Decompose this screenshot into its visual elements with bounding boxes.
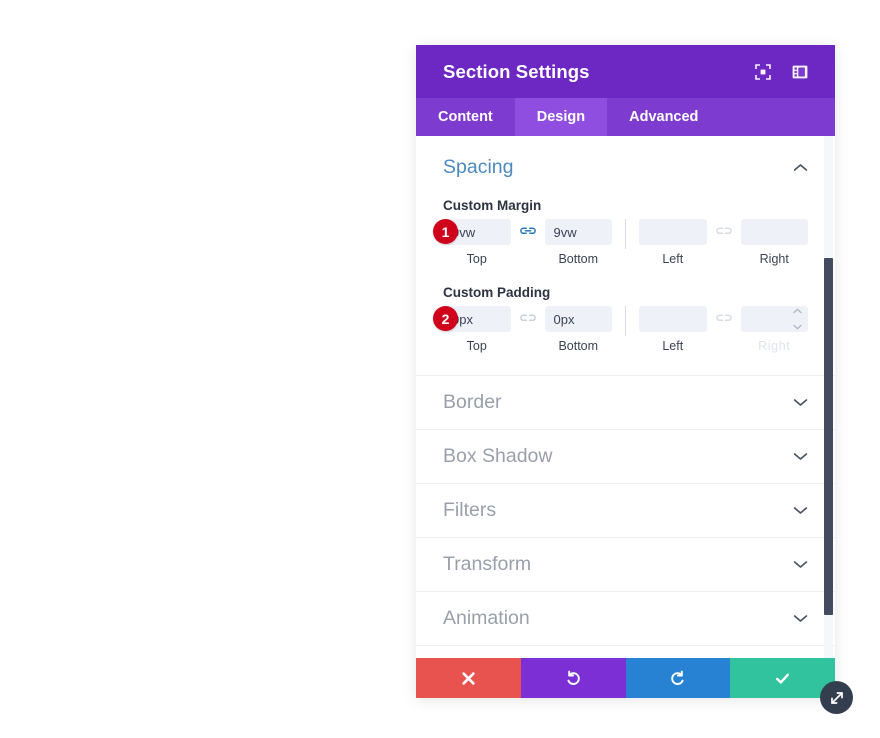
padding-group-divider (625, 306, 626, 336)
stepper-up-icon[interactable] (793, 308, 802, 314)
padding-right-caption: Right (758, 339, 791, 353)
redo-icon (669, 670, 686, 687)
tab-content[interactable]: Content (416, 98, 515, 136)
margin-right-field-wrap: Right (740, 219, 808, 266)
margin-group-divider (625, 219, 626, 249)
panel-header: Section Settings (416, 45, 835, 98)
resize-handle[interactable] (820, 681, 853, 714)
padding-bottom-caption: Bottom (558, 339, 599, 353)
section-animation-label: Animation (443, 607, 530, 629)
chevron-up-icon[interactable] (793, 159, 808, 177)
margin-top-bottom-link-button[interactable] (511, 224, 545, 238)
chevron-down-icon[interactable] (793, 394, 808, 412)
margin-bottom-input[interactable]: 9vw (544, 219, 612, 245)
chevron-down-icon[interactable] (793, 448, 808, 466)
margin-top-caption: Top (466, 252, 487, 266)
link-broken-icon (519, 311, 536, 325)
padding-top-bottom-link-button[interactable] (511, 311, 545, 325)
save-button[interactable] (730, 658, 835, 698)
padding-left-right-link-button[interactable] (707, 311, 741, 325)
tab-design[interactable]: Design (514, 98, 608, 136)
section-box-shadow[interactable]: Box Shadow (416, 429, 835, 483)
margin-left-right-link-button[interactable] (707, 224, 741, 238)
panel-layout-icon[interactable] (791, 63, 809, 81)
chevron-down-icon[interactable] (793, 610, 808, 628)
undo-icon (565, 670, 582, 687)
chevron-down-icon[interactable] (793, 556, 808, 574)
margin-bottom-caption: Bottom (558, 252, 599, 266)
stepper-down-icon[interactable] (793, 324, 802, 330)
undo-button[interactable] (520, 658, 626, 698)
section-border-label: Border (443, 391, 502, 413)
padding-left-field-wrap: Left (639, 306, 707, 353)
section-border[interactable]: Border (416, 375, 835, 429)
section-divider-bottom (416, 645, 835, 658)
padding-left-caption: Left (662, 339, 684, 353)
section-animation[interactable]: Animation (416, 591, 835, 645)
padding-bottom-input[interactable]: 0px (544, 306, 612, 332)
action-bar (416, 658, 835, 698)
section-settings-panel: Section Settings Content Design Advanced… (416, 45, 835, 698)
section-box-shadow-label: Box Shadow (443, 445, 553, 467)
cancel-button[interactable] (416, 658, 521, 698)
spacing-title: Spacing (443, 156, 514, 178)
margin-top-bottom-pair: 9vw Top 9vw Bottom (443, 219, 612, 266)
section-filters-label: Filters (443, 499, 497, 521)
close-x-icon (460, 670, 477, 687)
margin-left-caption: Left (662, 252, 684, 266)
settings-scroll-area: Spacing Custom Margin 1 9vw Top 9vw Bott… (416, 136, 835, 658)
section-transform[interactable]: Transform (416, 537, 835, 591)
link-connected-icon (519, 224, 536, 238)
page-title: Section Settings (443, 60, 590, 82)
link-broken-icon (715, 224, 732, 238)
step-badge-2: 2 (433, 306, 458, 331)
fullscreen-expand-icon[interactable] (754, 63, 772, 81)
link-broken-icon (715, 311, 732, 325)
tab-advanced[interactable]: Advanced (607, 98, 720, 136)
padding-right-field-wrap: Right (740, 306, 808, 353)
redo-button[interactable] (625, 658, 731, 698)
custom-padding-label: Custom Padding (443, 285, 551, 300)
custom-margin-row: 1 9vw Top 9vw Bottom Left Right (416, 219, 835, 266)
section-spacing: Spacing Custom Margin 1 9vw Top 9vw Bott… (416, 136, 835, 375)
step-badge-1: 1 (433, 219, 458, 244)
padding-top-bottom-pair: 0px Top 0px Bottom (443, 306, 612, 353)
tab-bar: Content Design Advanced (416, 98, 835, 136)
checkmark-icon (774, 670, 791, 687)
resize-diagonal-icon (829, 690, 845, 706)
padding-left-right-pair: Left Right (639, 306, 808, 353)
section-filters[interactable]: Filters (416, 483, 835, 537)
margin-right-input[interactable] (740, 219, 808, 245)
margin-left-field-wrap: Left (639, 219, 707, 266)
padding-right-stepper[interactable] (792, 308, 803, 330)
header-icon-group (754, 63, 809, 81)
scrollbar-thumb[interactable] (824, 258, 833, 615)
custom-margin-label: Custom Margin (443, 198, 542, 213)
spacing-section-header[interactable]: Spacing (416, 136, 835, 179)
margin-bottom-field-wrap: 9vw Bottom (544, 219, 612, 266)
panel-body: Spacing Custom Margin 1 9vw Top 9vw Bott… (416, 136, 835, 658)
padding-bottom-field-wrap: 0px Bottom (544, 306, 612, 353)
padding-top-caption: Top (466, 339, 487, 353)
margin-left-right-pair: Left Right (639, 219, 808, 266)
margin-left-input[interactable] (639, 219, 707, 245)
chevron-down-icon[interactable] (793, 502, 808, 520)
margin-right-caption: Right (759, 252, 789, 266)
section-transform-label: Transform (443, 553, 532, 575)
custom-padding-row: 2 0px Top 0px Bottom Left Right (416, 306, 835, 353)
padding-left-input[interactable] (639, 306, 707, 332)
